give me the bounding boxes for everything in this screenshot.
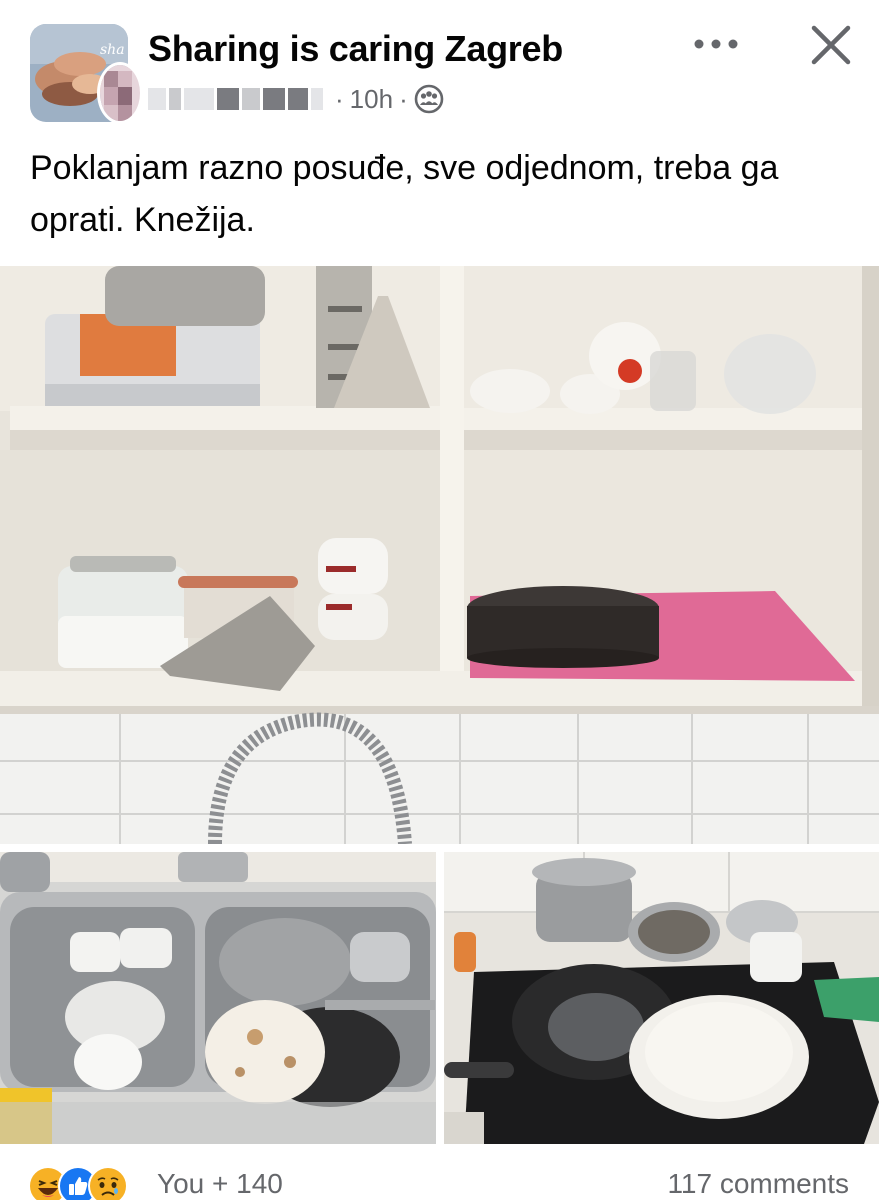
post-body-text: Poklanjam razno posuđe, sve odjednom, tr… [30, 149, 779, 239]
post-footer: You + 140 117 comments [0, 1150, 879, 1200]
comment-count-link[interactable]: 117 comments [667, 1168, 849, 1200]
meta-separator: · [399, 83, 408, 114]
close-button[interactable] [804, 18, 858, 72]
reaction-count[interactable]: You + 140 [157, 1168, 283, 1200]
photo-sink-dishes[interactable] [0, 852, 436, 1144]
svg-text:sha: sha [100, 42, 125, 58]
post-meta: · 10h · [148, 82, 444, 116]
photo-stove-pots[interactable] [444, 852, 879, 1144]
photo-divider [436, 852, 444, 1144]
sad-reaction-icon [88, 1166, 128, 1200]
author-avatar[interactable] [97, 62, 143, 124]
reactions-summary[interactable] [28, 1166, 128, 1200]
close-icon [811, 25, 851, 65]
more-options-button[interactable] [688, 26, 744, 62]
meta-separator: · [335, 83, 344, 114]
more-options-icon [694, 39, 738, 49]
post-time[interactable]: 10h [350, 84, 393, 115]
group-audience-icon [414, 84, 444, 114]
photo-kitchen-cabinet[interactable] [0, 266, 879, 844]
post-header: sha Sharing is caring Zagreb · 10h · [0, 0, 879, 130]
author-name-redacted[interactable] [148, 88, 323, 110]
group-name-link[interactable]: Sharing is caring Zagreb [148, 28, 563, 70]
